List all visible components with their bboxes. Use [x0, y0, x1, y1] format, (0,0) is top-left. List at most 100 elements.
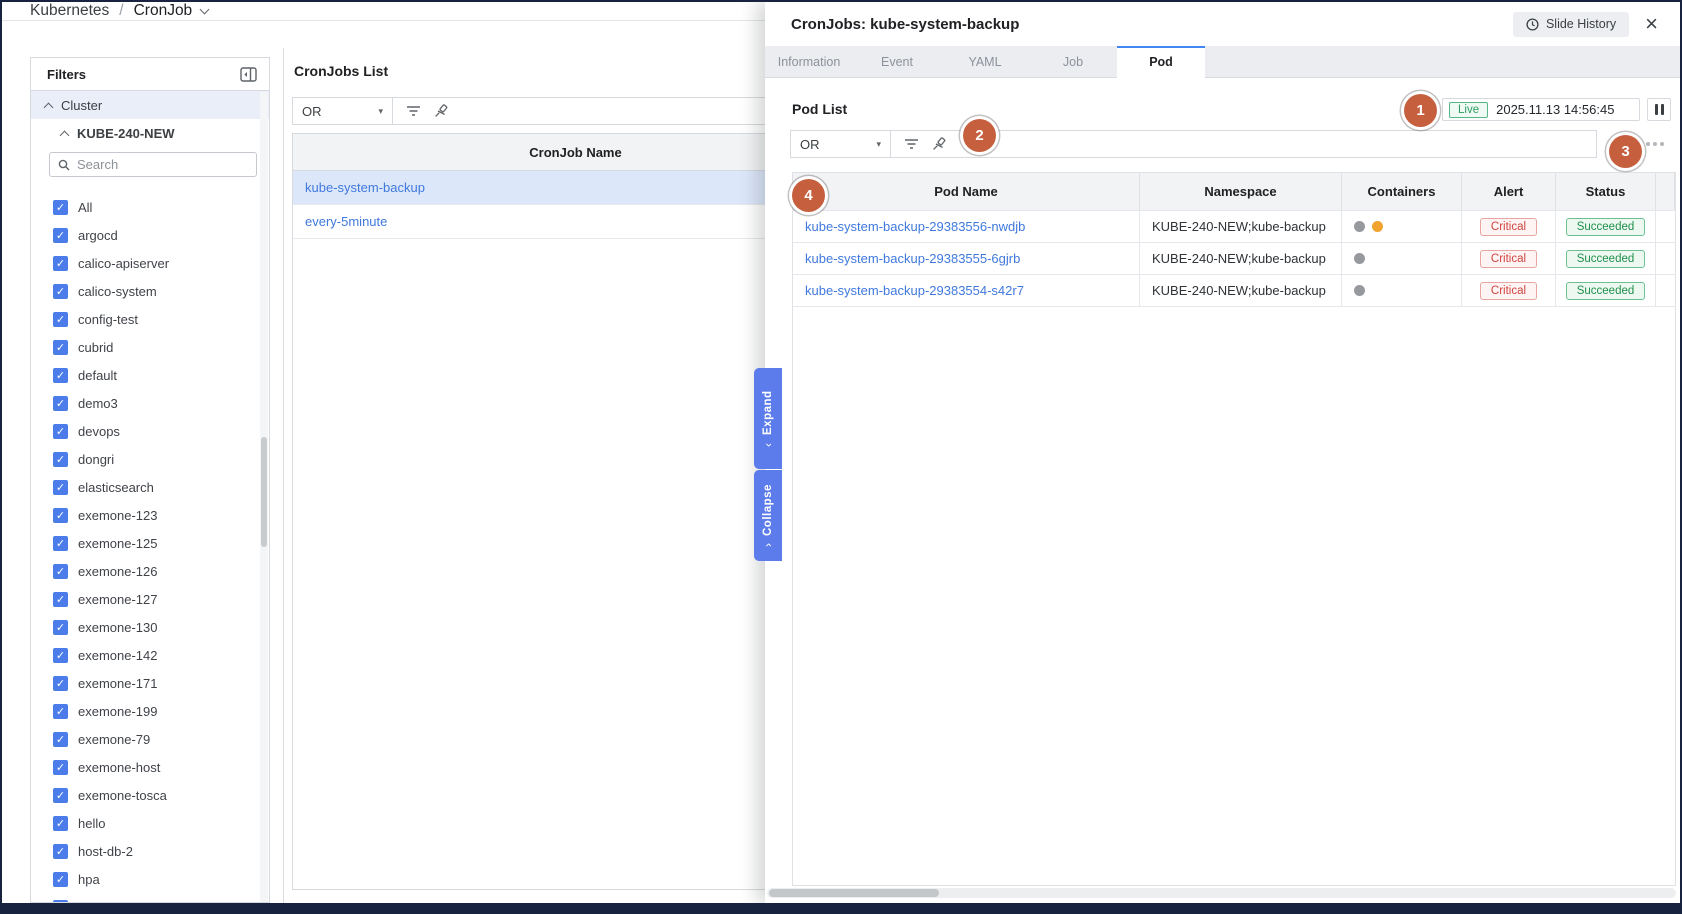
namespace-filter-item[interactable]: ✓exemone-123: [31, 501, 269, 529]
checkbox-checked-icon[interactable]: ✓: [53, 872, 68, 887]
namespace-label: demo3: [78, 396, 118, 411]
namespace-cell: KUBE-240-NEW;kube-backup: [1140, 243, 1342, 274]
select-caret-icon: ▾: [876, 139, 881, 150]
checkbox-checked-icon[interactable]: ✓: [53, 676, 68, 691]
expand-button[interactable]: ‹ Expand: [754, 368, 782, 469]
column-header-status[interactable]: Status: [1556, 173, 1656, 210]
namespace-filter-item[interactable]: ✓exemone-79: [31, 725, 269, 753]
pod-name-cell[interactable]: kube-system-backup-29383554-s42r7: [793, 275, 1140, 306]
namespace-filter-item[interactable]: ✓ demo3: [31, 389, 269, 417]
cronjob-name-link[interactable]: every-5minute: [305, 214, 387, 229]
container-status-dot-gray: [1354, 253, 1365, 264]
scrollbar-thumb[interactable]: [769, 889, 939, 897]
checkbox-checked-icon[interactable]: ✓: [53, 592, 68, 607]
namespace-filter-item[interactable]: ✓devops: [31, 417, 269, 445]
checkbox-checked-icon[interactable]: ✓: [53, 256, 68, 271]
checkbox-checked-icon[interactable]: ✓: [53, 564, 68, 579]
filter-icon[interactable]: [406, 105, 421, 117]
namespace-filter-item[interactable]: ✓exemone-host: [31, 753, 269, 781]
tree-group-cluster[interactable]: Cluster: [31, 91, 269, 119]
checkbox-checked-icon[interactable]: ✓: [53, 480, 68, 495]
tab-yaml[interactable]: YAML: [941, 46, 1029, 77]
namespace-filter-item[interactable]: ✓exemone-125: [31, 529, 269, 557]
collapse-panel-icon[interactable]: [240, 67, 257, 82]
namespace-filter-item[interactable]: ✓exemone-142: [31, 641, 269, 669]
checkbox-checked-icon[interactable]: ✓: [53, 816, 68, 831]
collapse-button[interactable]: › Collapse: [754, 470, 782, 561]
namespace-filter-item[interactable]: ✓kube-backup: [31, 893, 269, 903]
tab-pod[interactable]: Pod: [1117, 46, 1205, 79]
checkbox-checked-icon[interactable]: ✓: [53, 760, 68, 775]
tree-node-cluster-name[interactable]: KUBE-240-NEW: [31, 119, 269, 147]
namespace-filter-item[interactable]: ✓exemone-130: [31, 613, 269, 641]
checkbox-checked-icon[interactable]: ✓: [53, 536, 68, 551]
checkbox-checked-icon[interactable]: ✓: [53, 312, 68, 327]
namespace-filter-item[interactable]: ✓exemone-171: [31, 669, 269, 697]
tab-job[interactable]: Job: [1029, 46, 1117, 77]
namespace-filter-item[interactable]: ✓config-test: [31, 305, 269, 333]
column-header-containers[interactable]: Containers: [1342, 173, 1462, 210]
namespace-filter-item[interactable]: ✓calico-system: [31, 277, 269, 305]
pin-icon[interactable]: [932, 137, 946, 151]
column-header-pod-name[interactable]: Pod Name: [793, 173, 1140, 210]
sidebar-scrollbar[interactable]: [260, 92, 268, 902]
chevron-down-icon[interactable]: [200, 5, 210, 15]
checkbox-checked-icon[interactable]: ✓: [53, 732, 68, 747]
tab-information[interactable]: Information: [765, 46, 853, 77]
pod-name-link[interactable]: kube-system-backup-29383556-nwdjb: [805, 219, 1025, 234]
checkbox-checked-icon[interactable]: ✓: [53, 788, 68, 803]
namespace-filter-item[interactable]: ✓default: [31, 361, 269, 389]
breadcrumb-current[interactable]: CronJob: [134, 2, 193, 20]
namespace-filter-item[interactable]: ✓hpa: [31, 865, 269, 893]
filter-icon[interactable]: [904, 138, 919, 150]
pod-name-cell[interactable]: kube-system-backup-29383555-6gjrb: [793, 243, 1140, 274]
close-icon[interactable]: ×: [1645, 14, 1658, 34]
namespace-filter-item[interactable]: ✓dongri: [31, 445, 269, 473]
namespace-filter-item[interactable]: ✓exemone-199: [31, 697, 269, 725]
cronjobs-operator-select[interactable]: OR ▾: [293, 98, 393, 124]
checkbox-checked-icon[interactable]: ✓: [53, 452, 68, 467]
checkbox-checked-icon[interactable]: ✓: [53, 284, 68, 299]
column-header-namespace[interactable]: Namespace: [1140, 173, 1342, 210]
checkbox-checked-icon[interactable]: ✓: [53, 396, 68, 411]
pod-name-link[interactable]: kube-system-backup-29383554-s42r7: [805, 283, 1024, 298]
namespace-filter-item[interactable]: ✓exemone-126: [31, 557, 269, 585]
pause-button[interactable]: [1647, 98, 1671, 121]
namespace-filter-item[interactable]: ✓elasticsearch: [31, 473, 269, 501]
checkbox-checked-icon[interactable]: ✓: [53, 424, 68, 439]
checkbox-checked-icon[interactable]: ✓: [53, 228, 68, 243]
namespace-filter-item[interactable]: ✓All: [31, 193, 269, 221]
checkbox-checked-icon[interactable]: ✓: [53, 704, 68, 719]
checkbox-checked-icon[interactable]: ✓: [53, 368, 68, 383]
checkbox-checked-icon[interactable]: ✓: [53, 340, 68, 355]
breadcrumb-root[interactable]: Kubernetes: [30, 2, 109, 20]
checkbox-checked-icon[interactable]: ✓: [53, 648, 68, 663]
horizontal-scrollbar[interactable]: [767, 888, 1676, 898]
pod-name-link[interactable]: kube-system-backup-29383555-6gjrb: [805, 251, 1020, 266]
namespace-filter-item[interactable]: ✓cubrid: [31, 333, 269, 361]
pod-name-cell[interactable]: kube-system-backup-29383556-nwdjb: [793, 211, 1140, 242]
chevron-up-icon[interactable]: [60, 130, 70, 140]
checkbox-checked-icon[interactable]: ✓: [53, 620, 68, 635]
tab-event[interactable]: Event: [853, 46, 941, 77]
namespace-filter-item[interactable]: ✓argocd: [31, 221, 269, 249]
checkbox-checked-icon[interactable]: ✓: [53, 508, 68, 523]
search-input[interactable]: [77, 157, 248, 172]
pod-operator-select[interactable]: OR ▾: [791, 131, 891, 157]
checkbox-checked-icon[interactable]: ✓: [53, 844, 68, 859]
slide-history-button[interactable]: Slide History: [1513, 12, 1629, 37]
checkbox-checked-icon[interactable]: ✓: [53, 200, 68, 215]
namespace-filter-item[interactable]: ✓calico-apiserver: [31, 249, 269, 277]
namespace-filter-item[interactable]: ✓exemone-tosca: [31, 781, 269, 809]
pin-icon[interactable]: [434, 104, 448, 118]
column-header-alert[interactable]: Alert: [1462, 173, 1556, 210]
namespace-search[interactable]: [49, 152, 257, 177]
more-options-icon[interactable]: [1646, 142, 1664, 146]
namespace-filter-item[interactable]: ✓exemone-127: [31, 585, 269, 613]
row-filler: [1656, 243, 1675, 274]
namespace-filter-item[interactable]: ✓hello: [31, 809, 269, 837]
namespace-filter-item[interactable]: ✓host-db-2: [31, 837, 269, 865]
chevron-up-icon[interactable]: [44, 102, 54, 112]
checkbox-checked-icon[interactable]: ✓: [53, 900, 68, 904]
cronjob-name-link[interactable]: kube-system-backup: [305, 180, 425, 195]
